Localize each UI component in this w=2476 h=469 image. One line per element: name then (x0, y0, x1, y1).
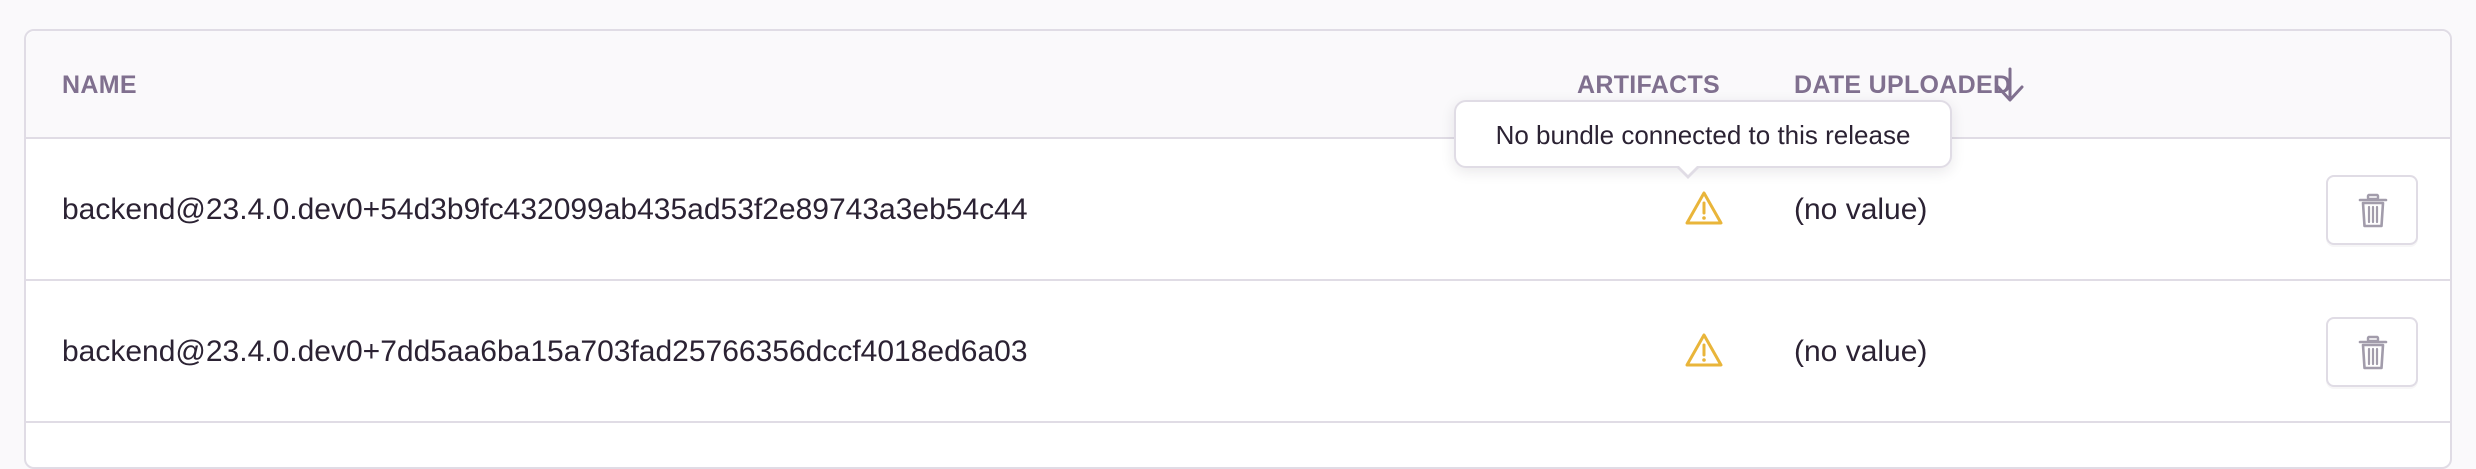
date-uploaded-value: (no value) (1794, 335, 1928, 368)
delete-button[interactable] (2326, 175, 2418, 245)
release-name[interactable]: backend@23.4.0.dev0+54d3b9fc432099ab435a… (62, 193, 1028, 227)
table-row: backend@23.4.0.dev0+7dd5aa6ba15a703fad25… (26, 281, 2450, 423)
tooltip-text: No bundle connected to this release (1495, 120, 1911, 150)
warning-icon[interactable] (1684, 331, 1724, 369)
column-header-name: Name (62, 71, 137, 99)
arrow-down-icon[interactable] (1994, 65, 2026, 105)
table-header: Name Artifacts Date Uploaded (26, 31, 2450, 139)
release-name[interactable]: backend@23.4.0.dev0+7dd5aa6ba15a703fad25… (62, 335, 1028, 369)
column-header-artifacts: Artifacts (1577, 71, 1720, 99)
artifact-bundles-table: Name Artifacts Date Uploaded backend@23.… (24, 29, 2452, 469)
warning-icon[interactable] (1684, 189, 1724, 227)
trash-icon (2358, 335, 2388, 370)
date-uploaded-value: (no value) (1794, 193, 1928, 226)
trash-icon (2358, 193, 2388, 228)
delete-button[interactable] (2326, 317, 2418, 387)
tooltip: No bundle connected to this release (1454, 100, 1952, 168)
column-header-date-uploaded[interactable]: Date Uploaded (1794, 71, 2011, 100)
table-row: backend@23.4.0.dev0+54d3b9fc432099ab435a… (26, 139, 2450, 281)
